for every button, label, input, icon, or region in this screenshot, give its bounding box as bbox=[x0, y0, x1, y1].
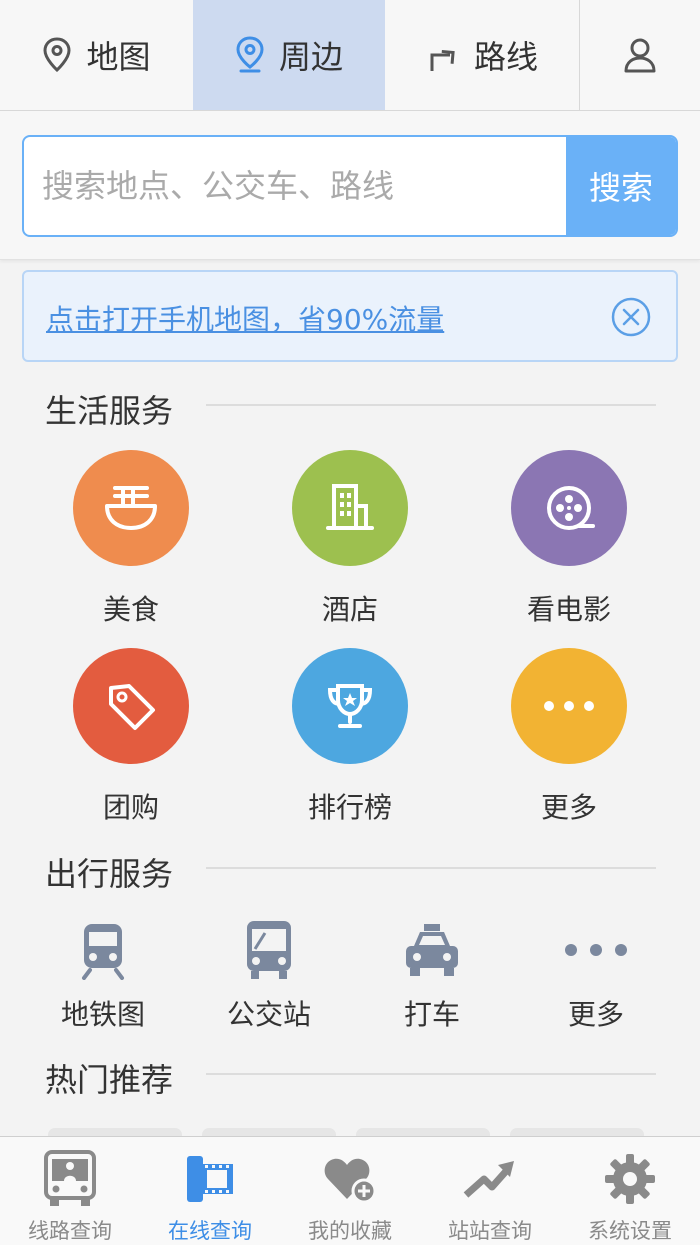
travel-taxi[interactable]: 打车 bbox=[362, 915, 502, 1033]
tab-online-query-label: 在线查询 bbox=[168, 1219, 252, 1243]
service-more[interactable]: 更多 bbox=[489, 648, 649, 826]
tab-online-query[interactable]: 在线查询 bbox=[140, 1137, 280, 1245]
service-more-label: 更多 bbox=[540, 791, 597, 824]
tab-route-label: 路线 bbox=[473, 38, 538, 76]
section-title-travel: 出行服务 bbox=[45, 855, 174, 893]
top-nav: 地图 周边 路线 bbox=[0, 0, 700, 111]
service-hotel-circle bbox=[292, 450, 408, 566]
service-ranking-circle bbox=[292, 648, 408, 764]
service-movie-label: 看电影 bbox=[526, 593, 611, 626]
bus-front-icon bbox=[44, 1150, 96, 1206]
bus-icon bbox=[247, 921, 291, 979]
section-divider bbox=[206, 404, 656, 406]
taxi-icon bbox=[406, 924, 458, 976]
tab-station-query[interactable]: 站站查询 bbox=[420, 1137, 560, 1245]
travel-subway-label: 地铁图 bbox=[60, 998, 145, 1031]
section-divider bbox=[206, 1073, 656, 1075]
service-groupbuy-circle bbox=[73, 648, 189, 764]
open-app-banner: 点击打开手机地图，省90%流量 bbox=[22, 270, 678, 362]
tab-favorites[interactable]: 我的收藏 bbox=[280, 1137, 420, 1245]
section-divider bbox=[206, 867, 656, 869]
tab-map[interactable]: 地图 bbox=[0, 0, 193, 110]
gear-icon bbox=[605, 1154, 655, 1204]
subway-icon bbox=[82, 924, 124, 980]
travel-taxi-label: 打车 bbox=[403, 998, 460, 1031]
tab-nearby[interactable]: 周边 bbox=[193, 0, 385, 110]
service-groupbuy-label: 团购 bbox=[102, 791, 159, 824]
tab-line-query-label: 线路查询 bbox=[28, 1219, 112, 1243]
route-turn-icon bbox=[430, 49, 455, 71]
noodle-bowl-icon bbox=[105, 486, 157, 530]
service-food-circle bbox=[73, 450, 189, 566]
tab-route[interactable]: 路线 bbox=[385, 0, 580, 110]
open-map-app-link[interactable]: 点击打开手机地图，省90%流量 bbox=[46, 298, 444, 338]
service-more-circle bbox=[511, 648, 627, 764]
travel-more[interactable]: 更多 bbox=[526, 915, 666, 1033]
service-movie[interactable]: 看电影 bbox=[489, 450, 649, 628]
more-dots-icon bbox=[544, 701, 594, 711]
search-box: 搜索 bbox=[22, 135, 678, 237]
search-button[interactable]: 搜索 bbox=[566, 137, 676, 235]
section-title-hot: 热门推荐 bbox=[45, 1061, 174, 1099]
search-area: 搜索 bbox=[0, 111, 700, 260]
tab-settings[interactable]: 系统设置 bbox=[560, 1137, 700, 1245]
price-tag-icon bbox=[109, 684, 155, 730]
tab-settings-label: 系统设置 bbox=[588, 1219, 672, 1243]
tab-favorites-label: 我的收藏 bbox=[308, 1219, 392, 1243]
travel-bus[interactable]: 公交站 bbox=[199, 915, 339, 1033]
more-dots-icon bbox=[565, 944, 627, 956]
search-input[interactable] bbox=[24, 137, 566, 235]
heart-add-icon bbox=[324, 1158, 377, 1204]
travel-bus-label: 公交站 bbox=[226, 998, 311, 1031]
hotel-building-icon bbox=[326, 484, 374, 530]
travel-subway[interactable]: 地铁图 bbox=[33, 915, 173, 1033]
service-ranking[interactable]: 排行榜 bbox=[270, 648, 430, 826]
bottom-tab-bar: 线路查询 在线查询 我的收藏 站站查询 系统设置 bbox=[0, 1136, 700, 1245]
user-icon bbox=[624, 38, 656, 73]
service-food[interactable]: 美食 bbox=[51, 450, 211, 628]
service-movie-circle bbox=[511, 450, 627, 566]
trophy-icon bbox=[327, 684, 373, 728]
service-ranking-label: 排行榜 bbox=[307, 791, 392, 824]
tab-map-label: 地图 bbox=[86, 38, 151, 76]
travel-more-label: 更多 bbox=[567, 998, 624, 1031]
service-food-label: 美食 bbox=[102, 593, 159, 626]
film-reel-icon bbox=[547, 486, 595, 530]
tab-line-query[interactable]: 线路查询 bbox=[0, 1137, 140, 1245]
close-circle-icon[interactable] bbox=[610, 296, 652, 338]
map-pin-icon bbox=[43, 37, 71, 73]
tab-nearby-label: 周边 bbox=[278, 38, 343, 76]
tab-station-query-label: 站站查询 bbox=[448, 1219, 532, 1243]
section-title-life: 生活服务 bbox=[45, 392, 174, 430]
user-profile-button[interactable] bbox=[580, 0, 700, 110]
trend-arrow-icon bbox=[463, 1161, 514, 1198]
service-groupbuy[interactable]: 团购 bbox=[51, 648, 211, 826]
film-roll-icon bbox=[187, 1156, 233, 1202]
service-hotel[interactable]: 酒店 bbox=[270, 450, 430, 628]
nearby-pin-icon bbox=[236, 36, 264, 73]
service-hotel-label: 酒店 bbox=[321, 593, 378, 626]
